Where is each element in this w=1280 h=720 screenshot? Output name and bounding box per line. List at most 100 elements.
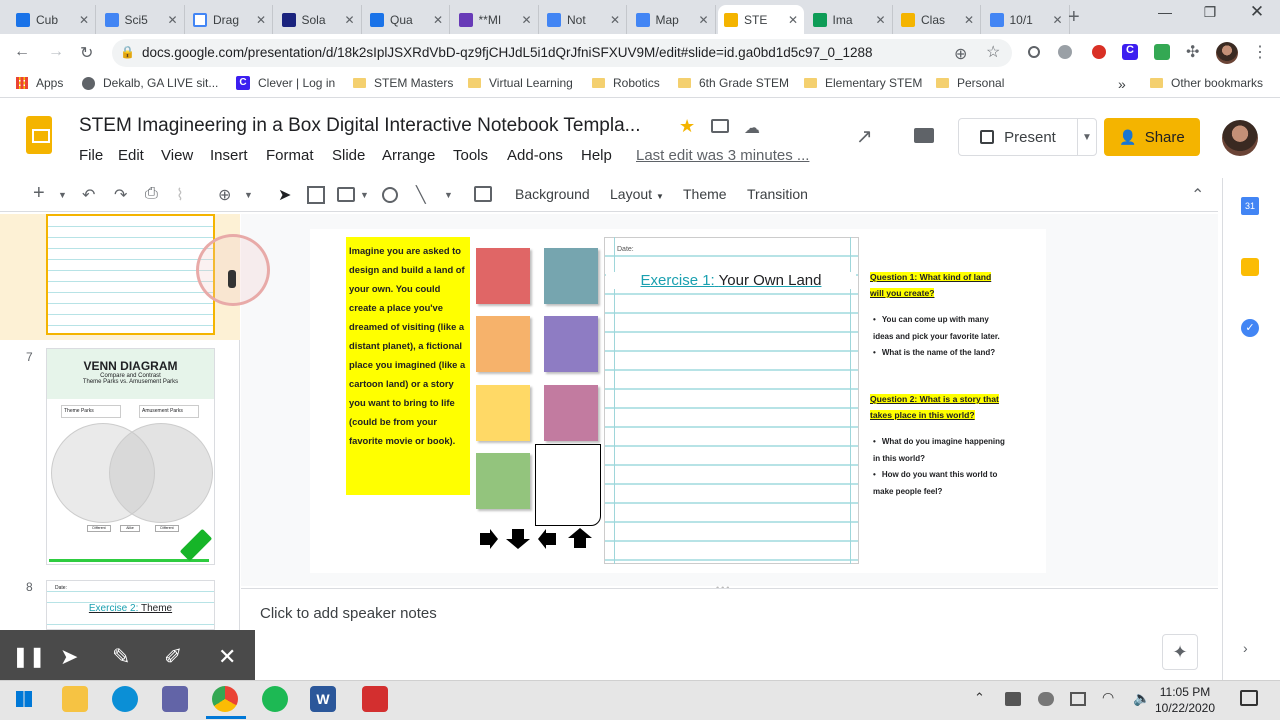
share-button[interactable]: 👤 Share xyxy=(1104,118,1200,156)
menu-tools[interactable]: Tools xyxy=(453,147,488,164)
text-box-icon[interactable] xyxy=(307,186,325,204)
chevron-up-icon[interactable]: ⌃ xyxy=(974,690,985,706)
menu-file[interactable]: File xyxy=(79,147,103,164)
bookmark-folder[interactable]: Elementary STEM xyxy=(804,76,922,90)
browser-tab[interactable]: Cub ✕ xyxy=(10,5,96,34)
tray-icon[interactable] xyxy=(1005,692,1021,706)
menu-arrange[interactable]: Arrange xyxy=(382,147,435,164)
shape-icon[interactable] xyxy=(382,187,398,203)
close-tab-icon[interactable]: ✕ xyxy=(256,13,266,27)
browser-tab[interactable]: Sci5 ✕ xyxy=(99,5,185,34)
close-tab-icon[interactable]: ✕ xyxy=(698,13,708,27)
bookmark-folder[interactable]: STEM Masters xyxy=(353,76,453,90)
edge-icon[interactable] xyxy=(112,686,138,712)
restore-button[interactable]: ❐ xyxy=(1190,4,1230,21)
line-icon[interactable]: ╲ xyxy=(416,185,426,205)
close-tab-icon[interactable]: ✕ xyxy=(610,13,620,27)
chevron-right-icon[interactable]: › xyxy=(1243,640,1248,656)
last-edit-link[interactable]: Last edit was 3 minutes ... xyxy=(636,147,809,164)
bookmark-folder[interactable]: Robotics xyxy=(592,76,660,90)
forward-icon[interactable]: → xyxy=(48,43,64,61)
teams-icon[interactable] xyxy=(162,686,188,712)
calendar-icon[interactable]: 31 xyxy=(1241,197,1259,215)
battery-icon[interactable] xyxy=(1070,692,1086,706)
present-button[interactable]: Present xyxy=(958,118,1078,156)
cloud-icon[interactable] xyxy=(1038,692,1054,706)
word-icon[interactable]: W xyxy=(310,686,336,712)
exercise-heading[interactable]: Exercise 1: Your Own Land xyxy=(606,272,856,289)
clever-extension-icon[interactable]: C xyxy=(1122,44,1138,60)
menu-view[interactable]: View xyxy=(161,147,193,164)
pen-icon[interactable]: ✎ xyxy=(112,644,130,670)
bookmark-star-icon[interactable]: ☆ xyxy=(986,42,1000,62)
minimize-button[interactable]: — xyxy=(1145,4,1185,20)
menu-format[interactable]: Format xyxy=(266,147,314,164)
sticky-note[interactable] xyxy=(544,248,598,304)
chevron-up-icon[interactable]: ⌃ xyxy=(1191,185,1204,205)
close-tab-icon[interactable]: ✕ xyxy=(1052,13,1062,27)
browser-tab[interactable]: 10/1 ✕ xyxy=(984,5,1070,34)
close-tab-icon[interactable]: ✕ xyxy=(167,13,177,27)
extension-icon[interactable] xyxy=(1092,45,1106,59)
browser-tab[interactable]: Ima ✕ xyxy=(807,5,893,34)
browser-tab[interactable]: STE ✕ xyxy=(718,5,804,34)
wifi-icon[interactable]: ◠ xyxy=(1102,689,1114,706)
bookmark-apps[interactable]: Apps xyxy=(16,76,63,90)
extension-icon[interactable] xyxy=(1154,44,1170,60)
bookmark-folder[interactable]: Personal xyxy=(936,76,1004,90)
pointer-icon[interactable]: ➤ xyxy=(60,644,78,670)
close-tab-icon[interactable]: ✕ xyxy=(344,13,354,27)
chevron-down-icon[interactable]: ▼ xyxy=(360,190,369,200)
zoom-icon[interactable]: ⊕ xyxy=(954,44,967,64)
bookmark-dekalb[interactable]: Dekalb, GA LIVE sit... xyxy=(82,76,218,90)
reload-icon[interactable]: ↻ xyxy=(80,43,93,63)
slide-thumbnail-6[interactable] xyxy=(46,214,215,335)
windows-start-icon[interactable] xyxy=(16,691,32,707)
bookmark-folder[interactable]: 6th Grade STEM xyxy=(678,76,789,90)
activity-trend-icon[interactable]: ↗ xyxy=(856,124,873,149)
extension-icon[interactable] xyxy=(1058,45,1072,59)
blank-sticky-note[interactable] xyxy=(535,444,601,526)
close-tab-icon[interactable]: ✕ xyxy=(79,13,89,27)
move-folder-icon[interactable] xyxy=(711,119,729,133)
sticky-note[interactable] xyxy=(544,316,598,372)
lock-icon[interactable]: 🔒 xyxy=(120,45,135,59)
redo-icon[interactable]: ↷ xyxy=(114,185,127,205)
menu-insert[interactable]: Insert xyxy=(210,147,248,164)
question-2[interactable]: Question 2: What is a story that takes p… xyxy=(870,391,1000,423)
menu-addons[interactable]: Add-ons xyxy=(507,147,563,164)
clock[interactable]: 11:05 PM 10/22/2020 xyxy=(1150,684,1220,716)
chevron-down-icon[interactable]: ▼ xyxy=(244,190,253,200)
select-cursor-icon[interactable]: ➤ xyxy=(278,185,291,205)
question-1[interactable]: Question 1: What kind of land will you c… xyxy=(870,269,1000,301)
star-icon[interactable]: ★ xyxy=(679,116,695,137)
account-avatar[interactable] xyxy=(1222,120,1258,156)
menu-edit[interactable]: Edit xyxy=(118,147,144,164)
chevron-down-icon[interactable]: ▼ xyxy=(58,190,67,200)
highlighter-icon[interactable]: ✐ xyxy=(164,644,182,670)
close-tab-icon[interactable]: ✕ xyxy=(521,13,531,27)
image-icon[interactable] xyxy=(337,187,355,202)
bookmarks-overflow[interactable]: » xyxy=(1118,76,1126,92)
menu-help[interactable]: Help xyxy=(581,147,612,164)
back-icon[interactable]: ← xyxy=(14,43,30,61)
browser-tab[interactable]: Not ✕ xyxy=(541,5,627,34)
sticky-note[interactable] xyxy=(476,316,530,372)
browser-tab[interactable]: Clas ✕ xyxy=(895,5,981,34)
slides-logo-icon[interactable] xyxy=(26,116,52,154)
print-icon[interactable]: ⎙ xyxy=(145,185,158,203)
extension-icon[interactable] xyxy=(1028,46,1040,58)
undo-icon[interactable]: ↶ xyxy=(82,185,95,205)
cloud-status-icon[interactable]: ☁ xyxy=(744,118,760,138)
spotify-icon[interactable] xyxy=(262,686,288,712)
paint-format-icon[interactable]: ⌇ xyxy=(176,185,184,205)
question-1-bullets[interactable]: You can come up with many ideas and pick… xyxy=(873,312,1008,362)
new-slide-icon[interactable]: + xyxy=(33,182,45,205)
slide-thumbnail-8[interactable]: Date: Exercise 2: Theme xyxy=(46,580,215,630)
present-dropdown[interactable]: ▼ xyxy=(1077,118,1097,156)
bookmark-other[interactable]: Other bookmarks xyxy=(1150,76,1263,90)
puzzle-icon[interactable]: ✣ xyxy=(1186,42,1199,62)
chevron-down-icon[interactable]: ▼ xyxy=(444,190,453,200)
sticky-note[interactable] xyxy=(544,385,598,441)
browser-tab[interactable]: Sola ✕ xyxy=(276,5,362,34)
